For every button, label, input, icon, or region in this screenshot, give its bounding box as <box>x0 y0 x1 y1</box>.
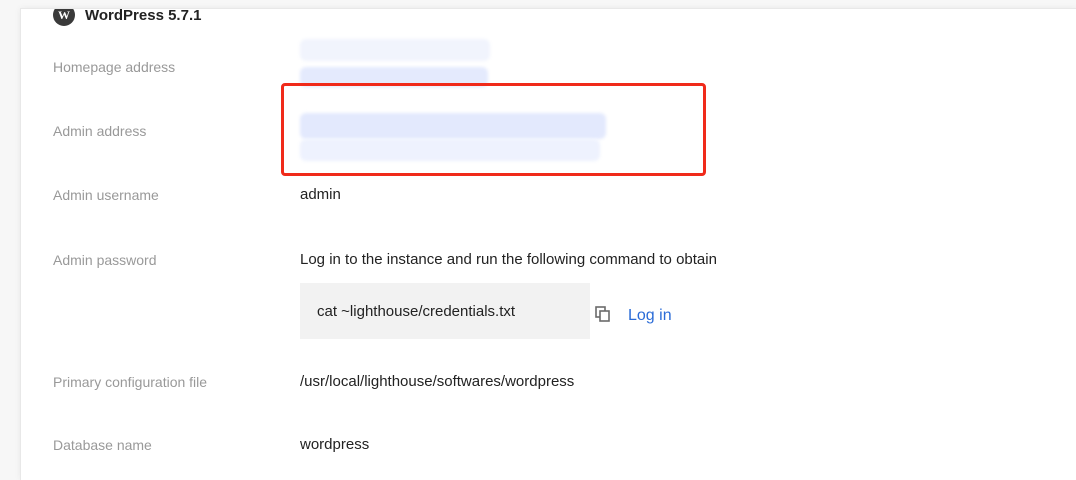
app-title: WordPress 5.7.1 <box>85 8 202 24</box>
homepage-address-value-redacted <box>300 39 510 89</box>
admin-address-label: Admin address <box>53 123 147 139</box>
admin-address-highlight-box <box>281 83 706 176</box>
database-name-label: Database name <box>53 437 152 453</box>
app-header: W WordPress 5.7.1 <box>53 8 202 27</box>
admin-password-instruction: Log in to the instance and run the follo… <box>300 251 717 268</box>
wordpress-logo-icon: W <box>53 9 75 26</box>
admin-username-label: Admin username <box>53 187 159 203</box>
homepage-address-label: Homepage address <box>53 59 176 75</box>
config-file-label: Primary configuration file <box>53 374 208 390</box>
credentials-command: cat ~lighthouse/credentials.txt <box>317 302 516 320</box>
credentials-command-box: cat ~lighthouse/credentials.txt <box>300 283 590 339</box>
database-name-value: wordpress <box>300 436 370 453</box>
config-file-value: /usr/local/lighthouse/softwares/wordpres… <box>300 373 575 390</box>
app-info-panel: W WordPress 5.7.1 Homepage address Admin… <box>20 8 1076 480</box>
log-in-link[interactable]: Log in <box>628 307 672 325</box>
copy-icon[interactable] <box>595 306 611 322</box>
admin-password-label: Admin password <box>53 252 157 268</box>
admin-username-value: admin <box>300 186 341 203</box>
